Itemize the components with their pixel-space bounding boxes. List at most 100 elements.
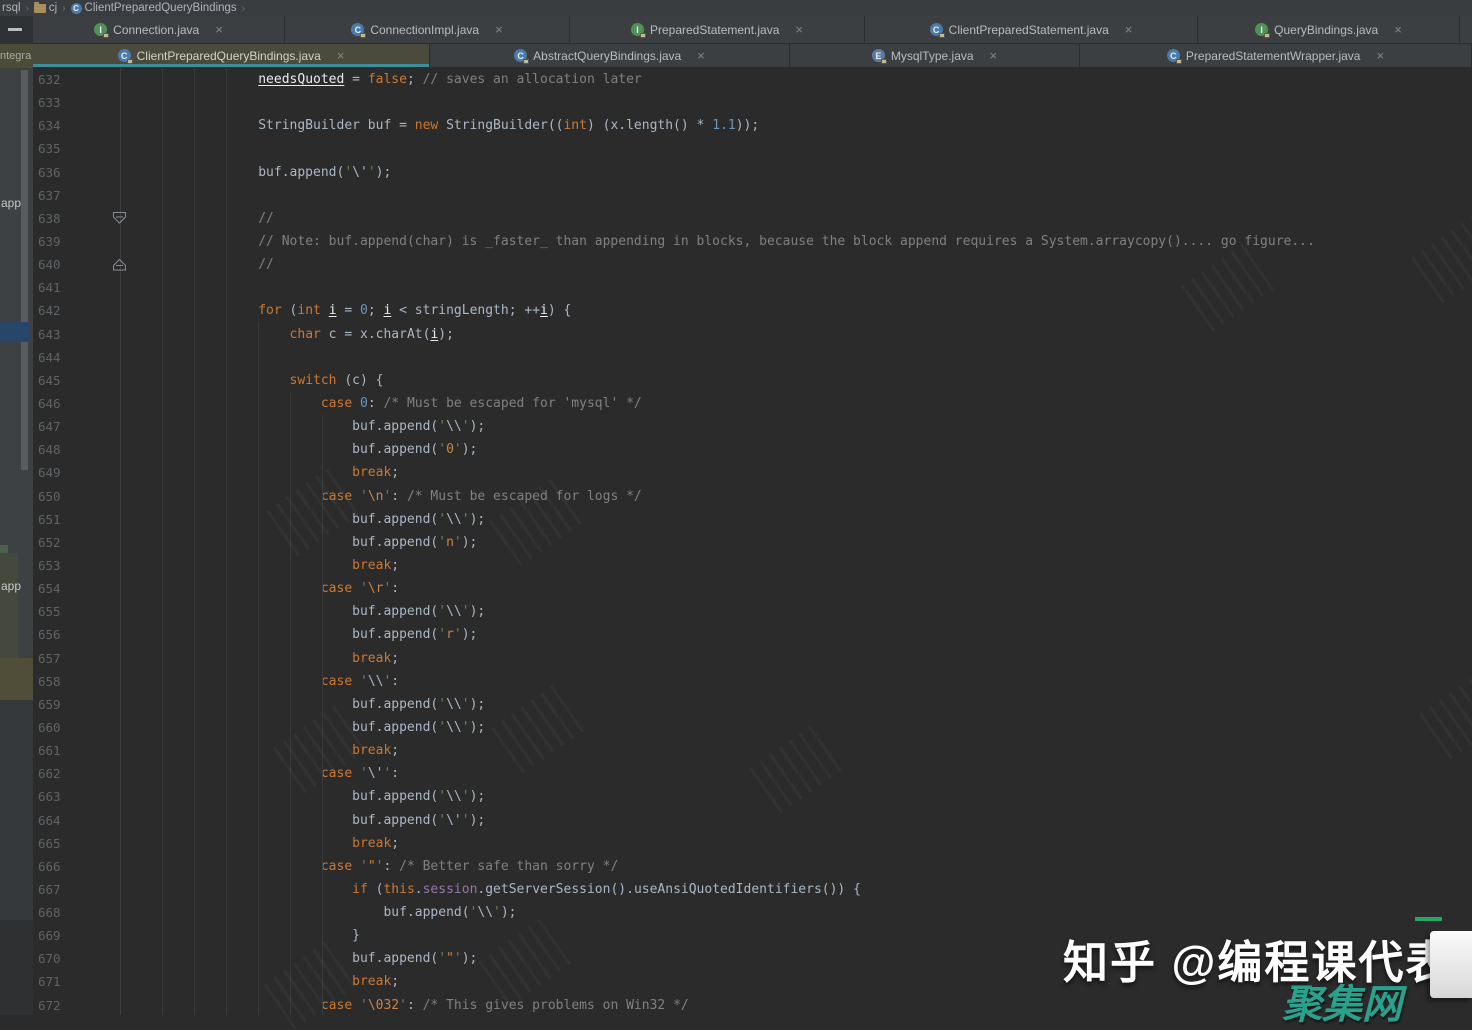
line-number[interactable]: 665 [38,832,64,855]
code-line-649[interactable]: 649 break; [33,461,1472,484]
line-number[interactable]: 642 [38,299,64,322]
code-line-650[interactable]: 650 case '\n': /* Must be escaped for lo… [33,485,1472,508]
close-icon[interactable]: × [1376,49,1384,62]
line-number[interactable]: 652 [38,531,64,554]
line-number[interactable]: 658 [38,670,64,693]
tab-mysqltype-java[interactable]: EMysqlType.java× [790,44,1080,67]
close-icon[interactable]: × [337,49,345,62]
line-number[interactable]: 646 [38,392,64,415]
line-number[interactable]: 647 [38,415,64,438]
fold-end-icon[interactable] [112,258,127,272]
code-line-639[interactable]: 639 // Note: buf.append(char) is _faster… [33,230,1472,253]
close-icon[interactable]: × [990,49,998,62]
line-number[interactable]: 638 [38,207,64,230]
code-line-647[interactable]: 647 buf.append('\\'); [33,415,1472,438]
line-number[interactable]: 668 [38,901,64,924]
code-line-642[interactable]: 642 for (int i = 0; i < stringLength; ++… [33,299,1472,322]
code-line-663[interactable]: 663 buf.append('\\'); [33,785,1472,808]
fold-start-icon[interactable] [112,211,127,225]
close-icon[interactable]: × [1125,23,1133,36]
code-line-646[interactable]: 646 case 0: /* Must be escaped for 'mysq… [33,392,1472,415]
code-line-645[interactable]: 645 switch (c) { [33,369,1472,392]
line-number[interactable]: 651 [38,508,64,531]
line-number[interactable]: 657 [38,647,64,670]
line-number[interactable]: 650 [38,485,64,508]
code-line-637[interactable]: 637 [33,184,1472,207]
code-line-635[interactable]: 635 [33,137,1472,160]
close-icon[interactable]: × [1394,23,1402,36]
line-number[interactable]: 663 [38,785,64,808]
code-line-672[interactable]: 672 case '\032': /* This gives problems … [33,994,1472,1015]
close-icon[interactable]: × [795,23,803,36]
line-number[interactable]: 669 [38,924,64,947]
tab-connectionimpl-java[interactable]: CConnectionImpl.java× [285,16,570,43]
minimize-icon[interactable] [8,28,22,31]
tab-clientpreparedquerybindings-java[interactable]: CClientPreparedQueryBindings.java× [33,44,430,67]
code-editor[interactable]: 632 needsQuoted = false; // saves an all… [33,68,1472,1015]
code-line-659[interactable]: 659 buf.append('\\'); [33,693,1472,716]
code-line-665[interactable]: 665 break; [33,832,1472,855]
code-line-644[interactable]: 644 [33,346,1472,369]
code-line-658[interactable]: 658 case '\\': [33,670,1472,693]
line-number[interactable]: 670 [38,947,64,970]
line-number[interactable]: 633 [38,91,64,114]
code-line-666[interactable]: 666 case '"': /* Better safe than sorry … [33,855,1472,878]
breadcrumb-item[interactable]: rsql [0,2,23,14]
code-line-651[interactable]: 651 buf.append('\\'); [33,508,1472,531]
close-icon[interactable]: × [697,49,705,62]
code-line-654[interactable]: 654 case '\r': [33,577,1472,600]
tab-abstractquerybindings-java[interactable]: CAbstractQueryBindings.java× [430,44,790,67]
code-line-636[interactable]: 636 buf.append('\''); [33,161,1472,184]
line-number[interactable]: 632 [38,68,64,91]
line-number[interactable]: 636 [38,161,64,184]
line-number[interactable]: 666 [38,855,64,878]
code-line-657[interactable]: 657 break; [33,647,1472,670]
line-number[interactable]: 661 [38,739,64,762]
line-number[interactable]: 634 [38,114,64,137]
line-number[interactable]: 671 [38,970,64,993]
line-number[interactable]: 648 [38,438,64,461]
line-number[interactable]: 649 [38,461,64,484]
line-number[interactable]: 643 [38,323,64,346]
code-line-660[interactable]: 660 buf.append('\\'); [33,716,1472,739]
tab-preparedstatementwrapper-java[interactable]: CPreparedStatementWrapper.java× [1080,44,1472,67]
code-line-648[interactable]: 648 buf.append('0'); [33,438,1472,461]
tab-connection-java[interactable]: IConnection.java× [33,16,285,43]
tab-clientpreparedstatement-java[interactable]: CClientPreparedStatement.java× [865,16,1198,43]
line-number[interactable]: 635 [38,137,64,160]
close-icon[interactable]: × [215,23,223,36]
line-number[interactable]: 637 [38,184,64,207]
line-number[interactable]: 654 [38,577,64,600]
line-number[interactable]: 659 [38,693,64,716]
line-number[interactable]: 656 [38,623,64,646]
line-number[interactable]: 653 [38,554,64,577]
background-scrollbar-thumb[interactable] [21,70,28,470]
code-line-653[interactable]: 653 break; [33,554,1472,577]
tab-querybindings-java[interactable]: IQueryBindings.java× [1198,16,1460,43]
code-line-655[interactable]: 655 buf.append('\\'); [33,600,1472,623]
line-number[interactable]: 655 [38,600,64,623]
breadcrumb-item[interactable]: CClientPreparedQueryBindings [69,2,239,14]
tab-preparedstatement-java[interactable]: IPreparedStatement.java× [570,16,865,43]
line-number[interactable]: 667 [38,878,64,901]
code-line-652[interactable]: 652 buf.append('n'); [33,531,1472,554]
code-line-638[interactable]: 638 // [33,207,1472,230]
code-line-668[interactable]: 668 buf.append('\\'); [33,901,1472,924]
code-line-661[interactable]: 661 break; [33,739,1472,762]
line-number[interactable]: 664 [38,809,64,832]
line-number[interactable]: 660 [38,716,64,739]
code-line-633[interactable]: 633 [33,91,1472,114]
line-number[interactable]: 640 [38,253,64,276]
breadcrumb-item[interactable]: cj [32,2,59,14]
line-number[interactable]: 641 [38,276,64,299]
code-line-643[interactable]: 643 char c = x.charAt(i); [33,323,1472,346]
line-number[interactable]: 645 [38,369,64,392]
code-line-667[interactable]: 667 if (this.session.getServerSession().… [33,878,1472,901]
line-number[interactable]: 662 [38,762,64,785]
code-line-664[interactable]: 664 buf.append('\''); [33,809,1472,832]
code-line-632[interactable]: 632 needsQuoted = false; // saves an all… [33,68,1472,91]
close-icon[interactable]: × [495,23,503,36]
line-number[interactable]: 644 [38,346,64,369]
line-number[interactable]: 672 [38,994,64,1015]
line-number[interactable]: 639 [38,230,64,253]
